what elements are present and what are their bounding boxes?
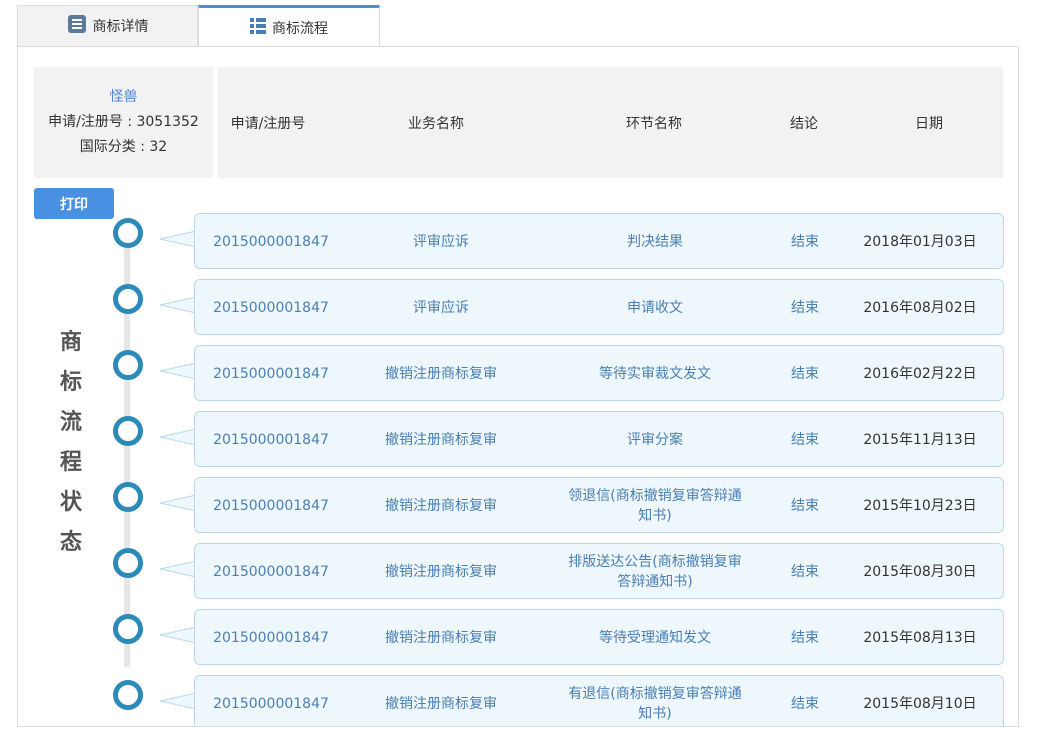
timeline-node-icon (113, 482, 143, 512)
record-step: 领退信(商标撤销复审答辩通知书) (568, 488, 742, 524)
record-step: 评审分案 (627, 432, 683, 448)
timeline-row: 2015000001847 评审应诉 判决结果 结束 2018年01月03日 (18, 213, 1018, 269)
record-step: 等待实审裁文发文 (599, 366, 711, 382)
record-step: 申请收文 (627, 300, 683, 316)
table-header: 申请/注册号 业务名称 环节名称 结论 日期 (218, 67, 1003, 178)
record-business: 撤销注册商标复审 (385, 498, 497, 514)
flow-record-card: 2015000001847 评审应诉 判决结果 结束 2018年01月03日 (194, 213, 1004, 269)
trademark-summary: 怪兽 申请/注册号 : 3051352 国际分类 : 32 (34, 67, 213, 178)
card-pointer (160, 296, 196, 314)
flow-record-card: 2015000001847 撤销注册商标复审 排版送达公告(商标撤销复审答辩通知书)… (194, 543, 1004, 599)
record-step: 等待受理通知发文 (599, 630, 711, 646)
record-reg-no[interactable]: 2015000001847 (195, 478, 347, 534)
card-pointer (160, 494, 196, 512)
record-result: 结束 (791, 366, 819, 382)
flow-record-card: 2015000001847 撤销注册商标复审 等待实审裁文发文 结束 2016年02月2… (194, 345, 1004, 401)
record-step: 排版送达公告(商标撤销复审答辩通知书) (568, 554, 742, 590)
record-step: 判决结果 (627, 234, 683, 250)
document-icon (67, 14, 87, 38)
header-reg-no: 申请/注册号 (230, 116, 306, 132)
card-pointer (160, 362, 196, 380)
flow-record-card: 2015000001847 撤销注册商标复审 等待受理通知发文 结束 2015年08月1… (194, 609, 1004, 665)
timeline-node-icon (113, 416, 143, 446)
header-step: 环节名称 (626, 116, 682, 132)
registration-number: 申请/注册号 : 3051352 (48, 114, 199, 130)
tab-bar: 商标详情 商标流程 (17, 5, 1019, 47)
record-business: 撤销注册商标复审 (385, 564, 497, 580)
header-date: 日期 (915, 116, 943, 132)
timeline-row: 2015000001847 撤销注册商标复审 评审分案 结束 2015年11月13日 (18, 411, 1018, 467)
header-result: 结论 (790, 116, 818, 132)
record-result: 结束 (791, 564, 819, 580)
record-business: 撤销注册商标复审 (385, 630, 497, 646)
record-result: 结束 (791, 498, 819, 514)
tab-trademark-flow[interactable]: 商标流程 (198, 5, 380, 47)
record-date: 2018年01月03日 (863, 234, 977, 250)
card-pointer (160, 560, 196, 578)
tab-label: 商标流程 (272, 20, 328, 37)
timeline-row: 2015000001847 评审应诉 申请收文 结束 2016年08月02日 (18, 279, 1018, 335)
timeline-node-icon (113, 218, 143, 248)
tab-label: 商标详情 (92, 19, 149, 35)
list-icon (250, 17, 266, 38)
record-result: 结束 (791, 696, 819, 712)
record-reg-no[interactable]: 2015000001847 (195, 280, 347, 336)
card-pointer (160, 428, 196, 446)
timeline-row: 2015000001847 撤销注册商标复审 领退信(商标撤销复审答辩通知书) 结束 2… (18, 477, 1018, 533)
flow-record-card: 2015000001847 评审应诉 申请收文 结束 2016年08月02日 (194, 279, 1004, 335)
timeline-node-icon (113, 548, 143, 578)
record-reg-no[interactable]: 2015000001847 (195, 610, 347, 666)
timeline-row: 2015000001847 撤销注册商标复审 排版送达公告(商标撤销复审答辩通知书)… (18, 543, 1018, 599)
international-class: 国际分类 : 32 (79, 139, 168, 155)
timeline-row: 2015000001847 撤销注册商标复审 有退信(商标撤销复审答辩通知书) 结束 2… (18, 675, 1018, 726)
timeline-node-icon (113, 350, 143, 380)
record-reg-no[interactable]: 2015000001847 (195, 412, 347, 468)
trademark-name[interactable]: 怪兽 (110, 85, 138, 110)
record-date: 2015年08月10日 (863, 696, 977, 712)
flow-record-card: 2015000001847 撤销注册商标复审 评审分案 结束 2015年11月13日 (194, 411, 1004, 467)
tab-trademark-details[interactable]: 商标详情 (17, 5, 198, 47)
timeline-node-icon (113, 614, 143, 644)
record-business: 评审应诉 (413, 300, 469, 316)
record-result: 结束 (791, 432, 819, 448)
record-reg-no[interactable]: 2015000001847 (195, 544, 347, 600)
record-date: 2016年08月02日 (863, 300, 977, 316)
timeline-row: 2015000001847 撤销注册商标复审 等待受理通知发文 结束 2015年08月1… (18, 609, 1018, 665)
timeline-node-icon (113, 680, 143, 710)
flow-panel: 怪兽 申请/注册号 : 3051352 国际分类 : 32 申请/注册号 业务名… (17, 46, 1019, 727)
card-pointer (160, 230, 196, 248)
record-result: 结束 (791, 630, 819, 646)
flow-record-card: 2015000001847 撤销注册商标复审 有退信(商标撤销复审答辩通知书) 结束 2… (194, 675, 1004, 726)
record-date: 2015年10月23日 (863, 498, 977, 514)
flow-record-card: 2015000001847 撤销注册商标复审 领退信(商标撤销复审答辩通知书) 结束 2… (194, 477, 1004, 533)
record-date: 2015年08月13日 (863, 630, 977, 646)
timeline-row: 2015000001847 撤销注册商标复审 等待实审裁文发文 结束 2016年02月2… (18, 345, 1018, 401)
record-result: 结束 (791, 300, 819, 316)
card-pointer (160, 692, 196, 710)
record-reg-no[interactable]: 2015000001847 (195, 676, 347, 726)
record-business: 撤销注册商标复审 (385, 696, 497, 712)
timeline-node-icon (113, 284, 143, 314)
record-business: 评审应诉 (413, 234, 469, 250)
record-business: 撤销注册商标复审 (385, 432, 497, 448)
card-pointer (160, 626, 196, 644)
record-business: 撤销注册商标复审 (385, 366, 497, 382)
record-reg-no[interactable]: 2015000001847 (195, 346, 347, 402)
record-date: 2016年02月22日 (863, 366, 977, 382)
record-date: 2015年08月30日 (863, 564, 977, 580)
record-date: 2015年11月13日 (863, 432, 977, 448)
header-business: 业务名称 (408, 116, 464, 132)
record-step: 有退信(商标撤销复审答辩通知书) (568, 686, 742, 722)
record-result: 结束 (791, 234, 819, 250)
record-reg-no[interactable]: 2015000001847 (195, 214, 347, 270)
